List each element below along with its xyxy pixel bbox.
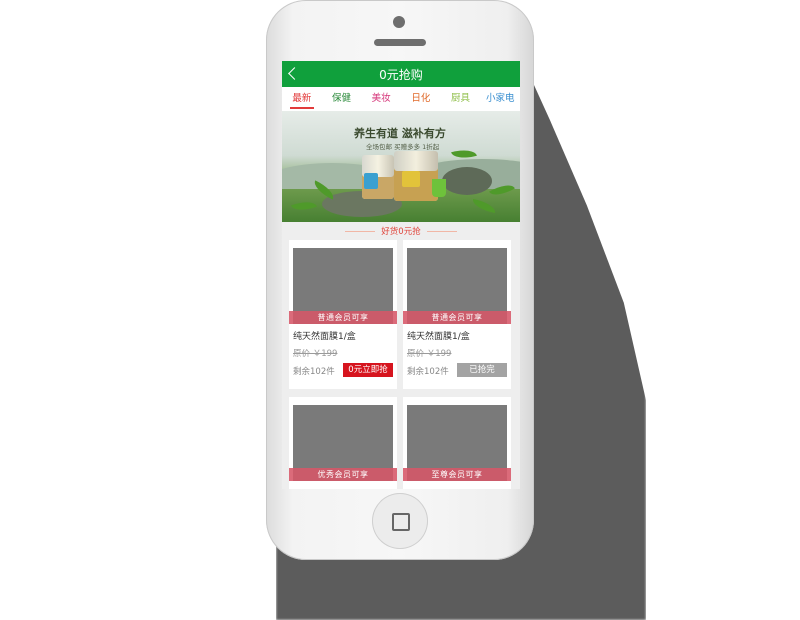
original-price: 原价 ￥199 <box>293 349 338 359</box>
stock-remaining: 剩余102件 <box>407 367 449 377</box>
back-arrow-icon[interactable] <box>288 67 301 80</box>
product-jar-image <box>362 155 394 199</box>
speaker-grille <box>374 39 426 46</box>
home-square-icon <box>392 513 410 531</box>
sold-out-button[interactable]: 已抢完 <box>457 363 507 377</box>
section-header: 好货0元抢 <box>282 222 520 240</box>
tab-kitchen[interactable]: 厨具 <box>441 87 481 111</box>
home-button[interactable] <box>372 493 428 549</box>
product-card[interactable]: 优秀会员可享 <box>289 397 397 489</box>
banner-subline: 全场包邮 买赠多多 1折起 <box>366 143 440 151</box>
section-title: 好货0元抢 <box>381 227 421 237</box>
member-tier-badge: 至尊会员可享 <box>403 468 511 481</box>
promo-banner[interactable]: 养生有道 滋补有方 全场包邮 买赠多多 1折起 <box>282 111 520 222</box>
divider <box>426 230 457 232</box>
product-card[interactable]: 普通会员可享 纯天然面膜1/盒 原价 ￥199 剩余102件 已抢完 <box>403 240 511 389</box>
product-name: 纯天然面膜1/盒 <box>407 332 470 342</box>
app-screen: 0元抢购 最新 保健 美妆 日化 厨具 小家电 养生有道 滋补有方 全场包邮 买… <box>282 61 520 489</box>
banner-rock <box>442 167 492 195</box>
product-grid: 普通会员可享 纯天然面膜1/盒 原价 ￥199 剩余102件 0元立即抢 普通会… <box>282 240 520 489</box>
original-price: 原价 ￥199 <box>407 349 452 359</box>
grab-now-button[interactable]: 0元立即抢 <box>343 363 393 377</box>
divider <box>345 230 376 232</box>
camera-dot <box>393 16 405 28</box>
tea-cup-image <box>432 179 446 197</box>
top-bar: 0元抢购 <box>282 61 520 87</box>
category-tabs: 最新 保健 美妆 日化 厨具 小家电 <box>282 87 520 111</box>
tab-appliances[interactable]: 小家电 <box>480 87 520 111</box>
member-tier-badge: 普通会员可享 <box>289 311 397 324</box>
product-card[interactable]: 至尊会员可享 <box>403 397 511 489</box>
banner-slogan: 养生有道 滋补有方 <box>354 127 446 140</box>
stock-remaining: 剩余102件 <box>293 367 335 377</box>
tab-daily[interactable]: 日化 <box>401 87 441 111</box>
tab-health[interactable]: 保健 <box>322 87 362 111</box>
product-card[interactable]: 普通会员可享 纯天然面膜1/盒 原价 ￥199 剩余102件 0元立即抢 <box>289 240 397 389</box>
page-title: 0元抢购 <box>379 67 423 82</box>
member-tier-badge: 优秀会员可享 <box>289 468 397 481</box>
member-tier-badge: 普通会员可享 <box>403 311 511 324</box>
tab-beauty[interactable]: 美妆 <box>361 87 401 111</box>
tab-latest[interactable]: 最新 <box>282 87 322 111</box>
product-name: 纯天然面膜1/盒 <box>293 332 356 342</box>
